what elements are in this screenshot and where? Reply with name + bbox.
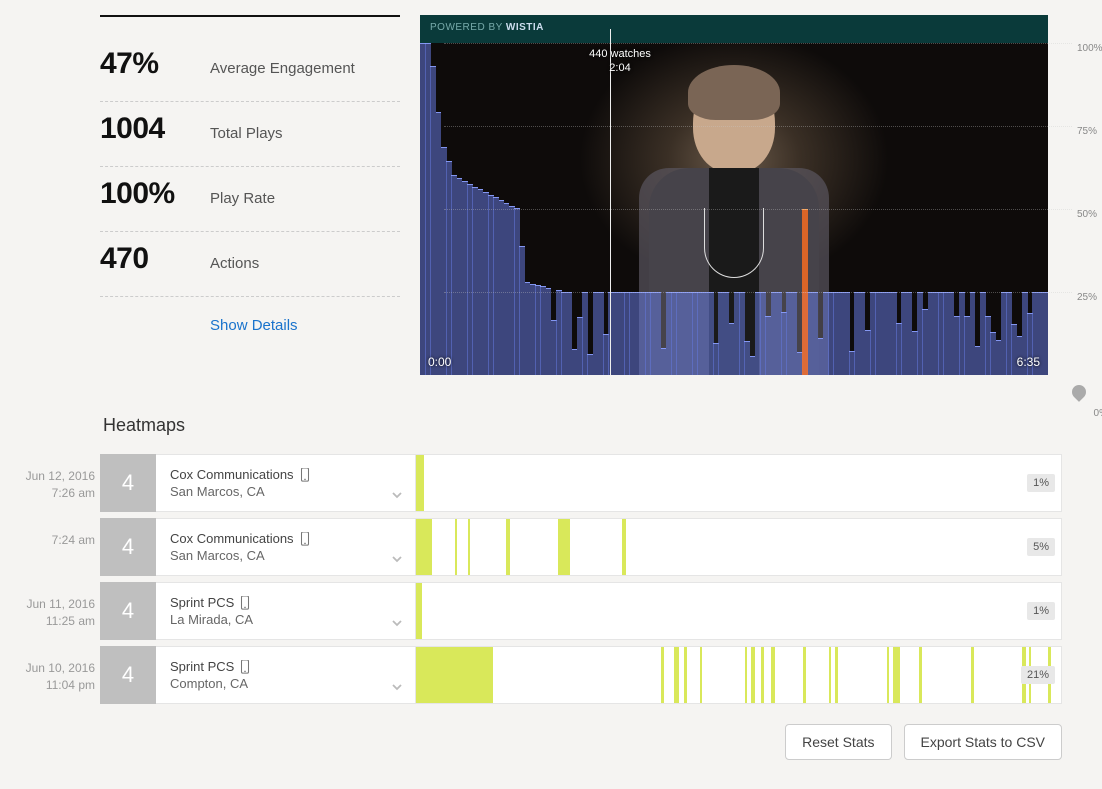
chart-cursor[interactable] <box>610 29 611 375</box>
cursor-time: 2:04 <box>609 62 630 74</box>
heatmap-score-badge: 4 <box>100 454 156 512</box>
heatmap-viewer-info[interactable]: Cox Communications San Marcos, CA <box>156 454 416 512</box>
gridline-25: 25% <box>1072 292 1102 303</box>
mobile-icon <box>300 468 310 482</box>
heatmap-percent-badge: 1% <box>1027 602 1055 620</box>
heatmap-row: Jun 12, 20167:26 am4Cox CommunicationsSa… <box>100 454 1062 512</box>
viewer-location: La Mirada, CA <box>170 612 401 627</box>
heatmap-percent-badge: 1% <box>1027 474 1055 492</box>
stat-total-plays: 1004 Total Plays <box>100 102 400 167</box>
stat-value: 100% <box>100 177 210 211</box>
gridline-0: 0% <box>1094 408 1102 419</box>
heatmap-viewer-info[interactable]: Sprint PCS La Mirada, CA <box>156 582 416 640</box>
heatmap-percent-badge: 5% <box>1027 538 1055 556</box>
stat-avg-engagement: 47% Average Engagement <box>100 37 400 102</box>
heatmap-timestamp: Jun 12, 20167:26 am <box>10 468 95 502</box>
powered-by-label: POWERED BY WISTIA <box>420 15 1048 43</box>
heatmap-timeline[interactable]: 21% <box>416 646 1062 704</box>
viewer-location: Compton, CA <box>170 676 401 691</box>
mobile-icon <box>300 532 310 546</box>
powered-brand: WISTIA <box>506 22 544 33</box>
gridline-75: 75% <box>1072 126 1102 137</box>
heatmap-score-badge: 4 <box>100 582 156 640</box>
heatmap-row: 7:24 am4Cox CommunicationsSan Marcos, CA… <box>100 518 1062 576</box>
video-player[interactable]: POWERED BY WISTIA 440 watches 2:04 <box>420 15 1048 375</box>
cursor-watches: 440 watches <box>589 48 651 60</box>
viewer-location: San Marcos, CA <box>170 548 401 563</box>
mobile-icon <box>240 596 250 610</box>
chevron-down-icon[interactable] <box>391 553 403 565</box>
stat-label: Average Engagement <box>210 60 355 77</box>
chart-cursor-label: 440 watches 2:04 <box>570 47 670 76</box>
viewer-org: Sprint PCS <box>170 595 234 610</box>
heatmap-timestamp: Jun 11, 201611:25 am <box>10 596 95 630</box>
viewer-org: Sprint PCS <box>170 659 234 674</box>
show-details-link[interactable]: Show Details <box>210 317 400 334</box>
gridline-50: 50% <box>1072 209 1102 220</box>
heatmap-viewer-info[interactable]: Cox Communications San Marcos, CA <box>156 518 416 576</box>
heatmap-timestamp: 7:24 am <box>10 532 95 549</box>
stat-value: 470 <box>100 242 210 276</box>
viewer-org: Cox Communications <box>170 467 294 482</box>
export-csv-button[interactable]: Export Stats to CSV <box>904 724 1063 760</box>
viewer-org: Cox Communications <box>170 531 294 546</box>
heatmap-row: Jun 10, 201611:04 pm4Sprint PCSCompton, … <box>100 646 1062 704</box>
chevron-down-icon[interactable] <box>391 681 403 693</box>
time-end: 6:35 <box>1017 355 1040 369</box>
chart-y-axis: 100% 75% 50% 25% <box>1072 43 1102 375</box>
heatmap-percent-badge: 21% <box>1021 666 1055 684</box>
heatmap-timestamp: Jun 10, 201611:04 pm <box>10 660 95 694</box>
powered-prefix: POWERED BY <box>430 22 506 33</box>
heatmap-timeline[interactable]: 1% <box>416 454 1062 512</box>
stat-play-rate: 100% Play Rate <box>100 167 400 232</box>
heatmap-score-badge: 4 <box>100 518 156 576</box>
chevron-down-icon[interactable] <box>391 617 403 629</box>
mobile-icon <box>240 660 250 674</box>
stat-label: Actions <box>210 255 259 272</box>
time-start: 0:00 <box>428 355 451 369</box>
stat-value: 1004 <box>100 112 210 146</box>
gridline-100: 100% <box>1072 43 1102 54</box>
viewer-location: San Marcos, CA <box>170 484 401 499</box>
stats-column: 47% Average Engagement 1004 Total Plays … <box>100 15 400 375</box>
stat-label: Play Rate <box>210 190 275 207</box>
heatmap-timeline[interactable]: 1% <box>416 582 1062 640</box>
reset-stats-button[interactable]: Reset Stats <box>785 724 891 760</box>
stat-actions: 470 Actions <box>100 232 400 297</box>
stat-label: Total Plays <box>210 125 283 142</box>
video-engagement-panel: POWERED BY WISTIA 440 watches 2:04 <box>420 15 1072 375</box>
heatmaps-heading: Heatmaps <box>103 415 1062 436</box>
heatmap-timeline[interactable]: 5% <box>416 518 1062 576</box>
stat-value: 47% <box>100 47 210 81</box>
chevron-down-icon[interactable] <box>391 489 403 501</box>
heatmap-score-badge: 4 <box>100 646 156 704</box>
heatmap-row: Jun 11, 201611:25 am4Sprint PCSLa Mirada… <box>100 582 1062 640</box>
video-subject <box>634 73 834 375</box>
heatmap-viewer-info[interactable]: Sprint PCS Compton, CA <box>156 646 416 704</box>
